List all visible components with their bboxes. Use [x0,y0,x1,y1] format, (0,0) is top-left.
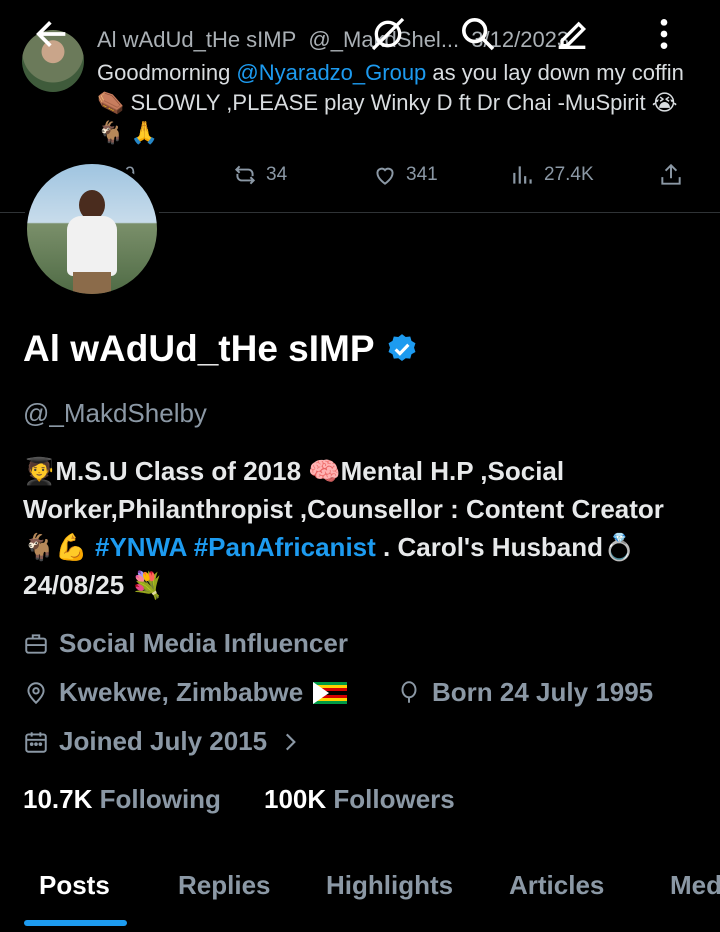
tweet-text-part: Goodmorning [97,60,237,85]
edit-button[interactable] [550,12,594,56]
verified-badge-icon[interactable] [385,332,419,366]
joined-text: Joined July 2015 [59,726,268,756]
location-pin-icon [27,681,45,704]
like-count: 341 [406,164,438,185]
share-button[interactable] [658,162,684,188]
hashtag-link[interactable]: #PanAfricanist [194,532,376,562]
followers-label: Followers [333,784,455,814]
search-button[interactable] [456,12,500,56]
retweet-icon [234,165,256,185]
more-button[interactable] [642,12,686,56]
tab-posts[interactable]: Posts [39,870,110,901]
tab-articles[interactable]: Articles [509,870,604,901]
category-text: Social Media Influencer [59,628,348,658]
zimbabwe-flag-icon [313,681,348,704]
profile-display-name: Al wAdUd_tHe sIMP [23,328,419,370]
profile-birthday: Born 24 July 1995 [396,677,653,708]
following-label: Following [99,784,221,814]
calendar-icon [25,731,47,753]
active-tab-indicator [24,920,127,926]
tab-highlights[interactable]: Highlights [326,870,453,901]
more-icon [660,19,668,49]
hashtag-link[interactable]: #YNWA [95,532,187,562]
like-icon [376,167,394,185]
back-button[interactable] [30,12,74,56]
profile-category: Social Media Influencer [23,628,348,659]
views-button[interactable]: 27.4K [510,162,594,188]
briefcase-icon [25,633,47,654]
tab-media[interactable]: Med [670,870,720,901]
tab-replies[interactable]: Replies [178,870,271,901]
profile-avatar[interactable] [23,160,161,298]
back-arrow-icon [36,21,66,47]
birthday-text: Born 24 July 1995 [432,677,654,707]
edit-icon [558,21,587,49]
profile-bio: 🧑‍🎓M.S.U Class of 2018 🧠Mental H.P ,Soci… [23,452,683,604]
retweet-button[interactable]: 34 [232,162,287,188]
location-text: Kwekwe, Zimbabwe [59,677,304,707]
mute-icon [371,17,405,51]
tweet-mention-link[interactable]: @Nyaradzo_Group [236,60,426,85]
following-count: 10.7K [23,784,93,814]
following-link[interactable]: 10.7K Following [23,784,221,815]
search-icon [462,18,495,51]
views-icon [513,166,532,184]
chevron-right-icon [286,733,296,750]
tweet-text: Goodmorning @Nyaradzo_Group as you lay d… [97,58,697,148]
balloon-icon [401,680,417,703]
display-name-text: Al wAdUd_tHe sIMP [23,328,375,369]
followers-link[interactable]: 100K Followers [264,784,455,815]
views-count: 27.4K [544,164,594,185]
followers-count: 100K [264,784,327,814]
retweet-count: 34 [266,164,288,185]
profile-joined[interactable]: Joined July 2015 [23,726,303,757]
profile-location: Kwekwe, Zimbabwe [23,677,348,708]
tweet-author-name: Al wAdUd_tHe sIMP [97,27,297,52]
like-button[interactable]: 341 [372,162,438,188]
profile-handle: @_MakdShelby [23,398,207,428]
tweet-header: Al wAdUd_tHe sIMP @_MakdShel... 3/12/202… [97,27,575,53]
share-icon [661,163,681,185]
mute-button[interactable] [366,12,410,56]
